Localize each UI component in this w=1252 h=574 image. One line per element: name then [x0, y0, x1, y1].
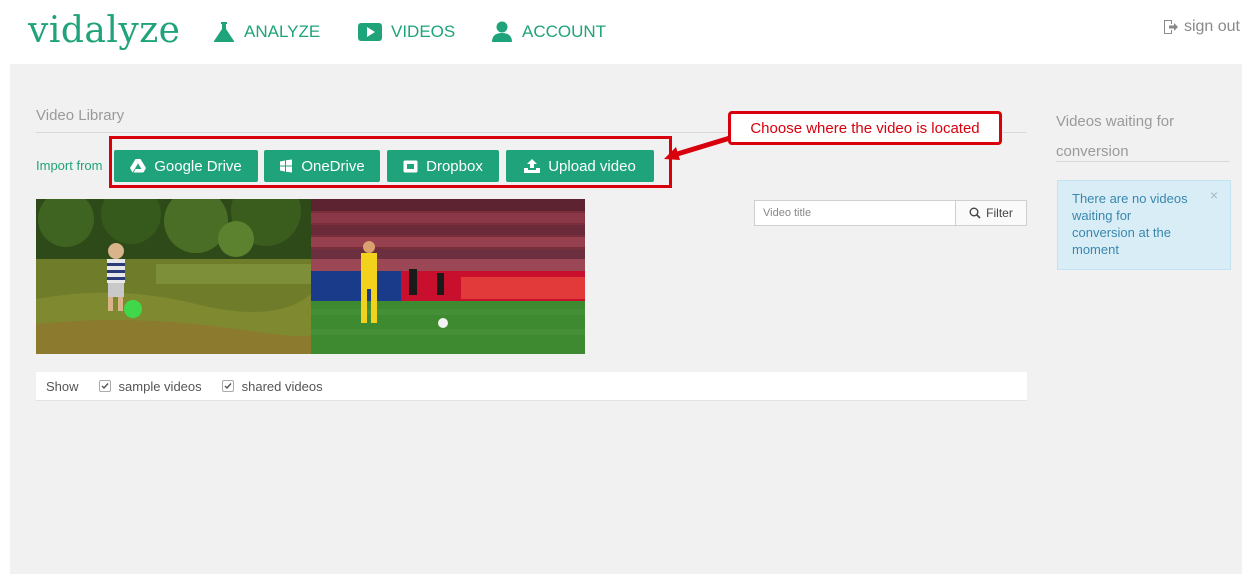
top-navigation: vidalyze ANALYZE VIDEOS ACCOUNT sign out	[0, 0, 1252, 64]
park-scene-image	[36, 199, 311, 354]
upload-icon	[524, 159, 541, 173]
google-drive-button[interactable]: Google Drive	[114, 150, 258, 182]
onedrive-button[interactable]: OneDrive	[264, 150, 380, 182]
onedrive-label: OneDrive	[301, 157, 365, 175]
sign-out-link[interactable]: sign out	[1163, 18, 1240, 36]
filter-label: Filter	[986, 206, 1013, 220]
google-drive-icon	[130, 159, 147, 173]
football-scene-image	[311, 199, 585, 354]
import-from-label: Import from	[36, 158, 103, 173]
filter-button[interactable]: Filter	[955, 200, 1027, 226]
nav-videos[interactable]: VIDEOS	[357, 18, 455, 46]
main-panel: Video Library Import from Google Drive O…	[10, 64, 1242, 574]
windows-icon	[280, 159, 293, 173]
upload-video-button[interactable]: Upload video	[506, 150, 654, 182]
shared-videos-option[interactable]: shared videos	[221, 378, 323, 394]
sample-videos-option[interactable]: sample videos	[98, 378, 202, 394]
logo[interactable]: vidalyze	[28, 8, 180, 54]
nav-account[interactable]: ACCOUNT	[490, 18, 606, 46]
search-icon	[969, 207, 981, 219]
video-library-title: Video Library	[36, 107, 125, 124]
shared-videos-checkbox[interactable]	[221, 380, 234, 392]
shared-videos-label: shared videos	[241, 378, 323, 394]
dropbox-icon	[403, 160, 418, 172]
sample-videos-label: sample videos	[118, 378, 202, 394]
check-icon	[224, 383, 232, 390]
check-icon	[101, 383, 109, 390]
nav-analyze[interactable]: ANALYZE	[212, 18, 320, 46]
sample-videos-checkbox[interactable]	[98, 380, 111, 392]
video-thumbnail-park[interactable]	[36, 199, 311, 354]
video-title-input[interactable]	[754, 200, 956, 226]
conversion-info-message: There are no videos waiting for conversi…	[1072, 191, 1188, 257]
callout-bubble: Choose where the video is located	[728, 111, 1002, 145]
dropbox-button[interactable]: Dropbox	[387, 150, 499, 182]
show-label: Show	[46, 378, 79, 394]
nav-analyze-label: ANALYZE	[244, 22, 321, 41]
upload-video-label: Upload video	[548, 157, 636, 175]
flask-icon	[213, 22, 235, 42]
divider	[1056, 161, 1230, 162]
video-thumbnail-football[interactable]	[311, 199, 585, 354]
conversion-info-alert: There are no videos waiting for conversi…	[1057, 180, 1231, 270]
play-icon	[358, 23, 382, 41]
google-drive-label: Google Drive	[154, 157, 242, 175]
callout-arrow	[664, 135, 731, 160]
nav-account-label: ACCOUNT	[522, 22, 607, 41]
conversion-queue-title: Videos waiting for conversion	[1056, 113, 1175, 160]
show-options-bar: Show sample videos shared videos	[36, 372, 1027, 401]
dropbox-label: Dropbox	[426, 157, 483, 175]
nav-videos-label: VIDEOS	[391, 22, 456, 41]
user-icon	[492, 21, 512, 42]
sign-out-icon	[1163, 20, 1178, 34]
sign-out-label: sign out	[1183, 18, 1240, 35]
close-icon[interactable]: ×	[1210, 187, 1218, 204]
